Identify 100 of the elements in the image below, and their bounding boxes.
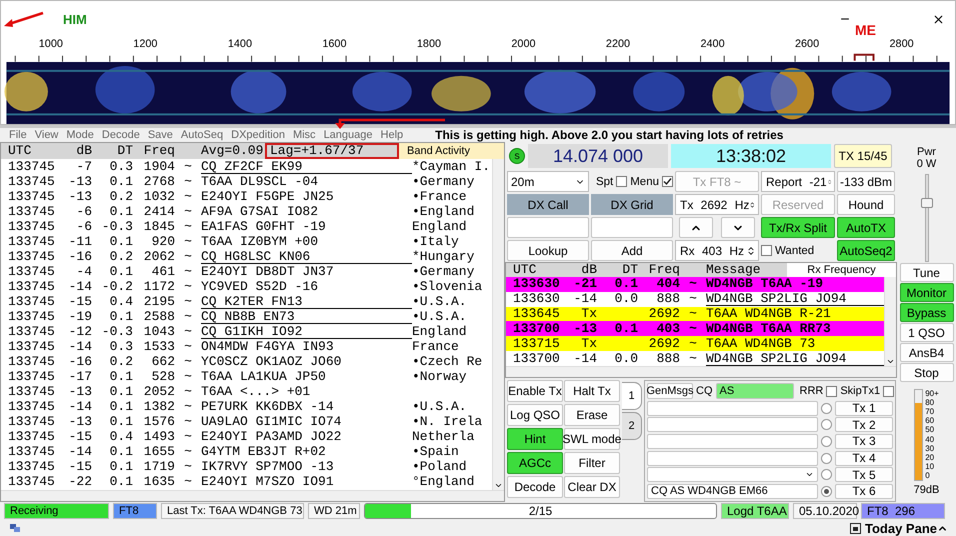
action-button[interactable]: Enable Tx (507, 380, 563, 402)
country-cell-text: •N. Irela (412, 414, 484, 428)
band-select[interactable]: 20m (507, 171, 589, 192)
tab[interactable]: 1 (622, 382, 642, 410)
menu-item[interactable]: Decode (102, 128, 140, 142)
table-cell-text: 133745 (8, 340, 56, 354)
up-button[interactable] (679, 217, 713, 238)
checkbox[interactable] (761, 245, 772, 256)
radio-button[interactable] (821, 469, 832, 480)
gen-msgs-button[interactable]: GenMsgs (647, 383, 693, 400)
input-field[interactable] (507, 217, 589, 238)
message-row[interactable]: 133700 -13 0.1 403 ~ WD4NGB T6AA RR73 (506, 321, 884, 336)
spin-arrows-icon[interactable] (749, 200, 756, 210)
scrollbar[interactable] (884, 277, 896, 366)
action-button[interactable]: Filter (564, 452, 620, 474)
status-indicator: S (509, 148, 525, 164)
table-cell-text: -6 (75, 220, 92, 234)
scrollbar[interactable] (1, 490, 504, 501)
radio-button[interactable] (821, 486, 832, 497)
action-button[interactable]: Log QSO (507, 404, 563, 426)
message-cell: CQ HG8LSC KN06 (201, 250, 412, 264)
action-button[interactable]: Clear DX (564, 476, 620, 498)
split-button[interactable]: Tx/Rx Split (761, 217, 835, 238)
panel-title: Rx Frequency (806, 263, 877, 277)
tx-button[interactable]: Tx 1 (835, 400, 893, 416)
menu-item[interactable]: Save (148, 128, 173, 142)
side-button[interactable]: AnsB4 (900, 343, 954, 362)
action-button[interactable]: SWL mode (564, 428, 620, 450)
message-row[interactable]: 133630 -21 0.1 404 ~ WD4NGB T6AA -19 (506, 277, 884, 292)
meter-tick: 20 (925, 453, 936, 462)
menu-item[interactable]: Help (380, 128, 404, 142)
scrollbar[interactable] (506, 366, 896, 377)
down-button[interactable] (721, 217, 755, 238)
close-icon[interactable] (932, 12, 945, 26)
side-button[interactable]: Tune (900, 263, 954, 282)
message-field[interactable] (647, 400, 818, 416)
side-button[interactable]: Monitor (900, 283, 954, 302)
status-state: Receiving (4, 503, 109, 519)
side-button[interactable]: Bypass (900, 303, 954, 322)
message-field[interactable] (647, 450, 818, 466)
rx-frequency-spinbox[interactable]: Rx 403 Hz (675, 240, 759, 261)
table-cell-text: -13 (68, 174, 92, 188)
power-button[interactable]: -133 dBm (837, 171, 895, 192)
tx-period-button[interactable]: TX 15/45 (834, 144, 892, 168)
hound-button[interactable]: Hound (837, 194, 895, 215)
table-cell-text: -14 (68, 340, 92, 354)
menu-item[interactable]: View (34, 128, 58, 142)
checkbox[interactable] (826, 386, 838, 397)
menu-item[interactable]: AutoSeq (180, 128, 224, 142)
tab[interactable]: 2 (622, 412, 642, 440)
table-cell-text: 133745 (8, 250, 56, 264)
pane-label[interactable]: Today Pane (864, 520, 937, 536)
tx-frequency-spinbox[interactable]: Tx 2692 Hz (675, 194, 759, 215)
tx-button[interactable]: Tx 6 (835, 484, 893, 499)
message-field[interactable]: CQ AS WD4NGB EM66 (647, 484, 818, 499)
menu-item[interactable]: File (9, 128, 27, 142)
side-button[interactable]: 1 QSO (900, 323, 954, 342)
tx-button[interactable]: Tx 4 (835, 450, 893, 466)
table-cell-text: 133745 (8, 430, 56, 444)
menu-item[interactable]: Mode (66, 128, 94, 142)
cq-field[interactable]: AS (716, 383, 794, 400)
radio-button[interactable] (821, 436, 832, 447)
action-button[interactable]: Decode (507, 476, 563, 498)
spin-arrows-icon[interactable] (746, 246, 756, 256)
slider-thumb[interactable] (920, 198, 932, 208)
input-field[interactable] (591, 217, 673, 238)
side-button[interactable]: Stop (900, 363, 954, 382)
auto-seq-button[interactable]: AutoSeq2 (837, 240, 895, 261)
checkbox[interactable] (616, 176, 628, 187)
auto-tx-button[interactable]: AutoTX (837, 217, 895, 238)
message-field[interactable] (647, 434, 818, 449)
menu-item[interactable]: Language (324, 128, 373, 142)
action-button[interactable]: AGCc (507, 452, 563, 474)
tx-button[interactable]: Tx 5 (835, 467, 893, 482)
report-spinbox[interactable]: Report -21 (761, 171, 835, 192)
add-button[interactable]: Add (591, 240, 673, 261)
table-cell-text: ~ (183, 474, 193, 488)
menu-item[interactable]: Misc (292, 128, 316, 142)
action-button[interactable]: Halt Tx (564, 380, 620, 402)
radio-button[interactable] (821, 419, 832, 430)
checkbox[interactable] (883, 386, 894, 397)
radio-button[interactable] (821, 452, 832, 464)
menu-item[interactable]: DXpedition (231, 128, 285, 142)
scrollbar[interactable] (492, 159, 504, 490)
meter-tick: 30 (925, 444, 936, 453)
message-cell-text: E24OYI F5GPE JN25 (201, 190, 335, 204)
calendar-icon[interactable] (850, 522, 861, 534)
lookup-button[interactable]: Lookup (507, 240, 589, 261)
checkbox-label: Spt (596, 176, 614, 188)
message-row[interactable]: 133715 Tx 2692 ~ T6AA WD4NGB 73 (506, 336, 884, 352)
caret-icon[interactable] (886, 357, 895, 366)
action-button[interactable]: Hint (507, 428, 563, 450)
radio-button[interactable] (821, 402, 832, 414)
message-field[interactable] (647, 417, 818, 432)
action-button[interactable]: Erase (564, 404, 620, 426)
tx-button[interactable]: Tx 3 (835, 434, 893, 449)
caret-icon[interactable] (494, 481, 503, 490)
checkbox[interactable] (662, 176, 673, 187)
tx-button[interactable]: Tx 2 (835, 417, 893, 432)
message-row[interactable]: 133645 Tx 2692 ~ T6AA WD4NGB R-21 (506, 306, 884, 322)
